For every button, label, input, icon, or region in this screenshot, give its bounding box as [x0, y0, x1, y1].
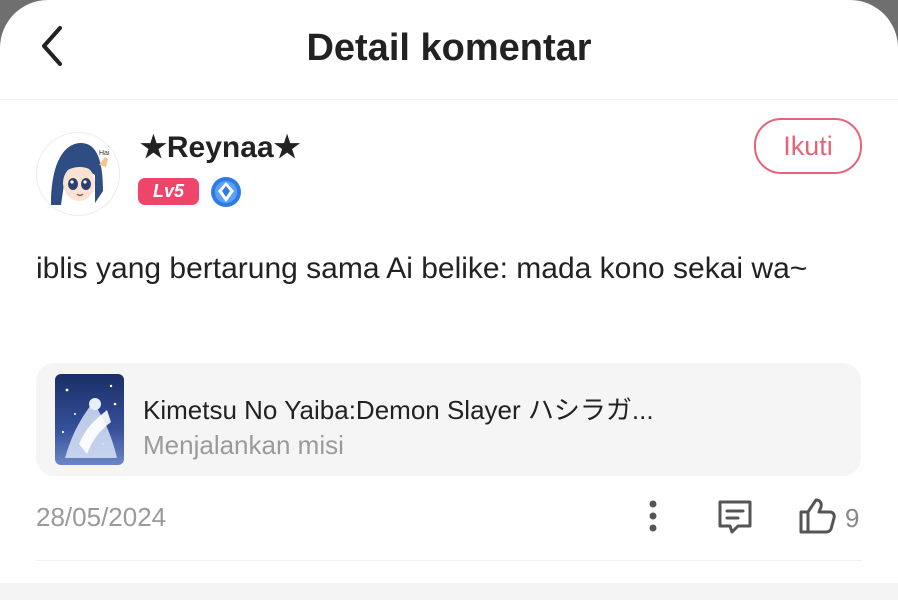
comment-icon — [714, 500, 756, 542]
verified-badge-icon — [210, 176, 242, 208]
header: Detail komentar — [0, 0, 898, 100]
avatar-caption: Hai — [99, 150, 110, 157]
divider — [36, 560, 862, 561]
thumbs-up-icon — [796, 498, 838, 540]
game-title: Kimetsu No Yaiba:Demon Slayer ハシラガ... — [143, 395, 654, 425]
like-button[interactable] — [796, 494, 838, 536]
avatar[interactable]: Hai — [36, 132, 120, 216]
follow-button[interactable]: Ikuti — [754, 118, 862, 174]
level-badge: Lv5 — [138, 178, 199, 205]
section-separator — [0, 583, 898, 600]
reply-button[interactable] — [714, 496, 756, 538]
more-button[interactable] — [640, 496, 666, 536]
game-card[interactable]: Kimetsu No Yaiba:Demon Slayer ハシラガ... Me… — [36, 363, 861, 476]
more-vertical-icon — [640, 500, 666, 540]
page-title: Detail komentar — [306, 27, 592, 69]
game-status: Menjalankan misi — [143, 430, 344, 460]
comment-text: iblis yang bertarung sama Ai belike: mad… — [36, 252, 808, 285]
comment-date: 28/05/2024 — [36, 502, 167, 532]
like-count: 9 — [845, 503, 860, 533]
username[interactable]: ★Reynaa★ — [140, 130, 301, 165]
game-thumbnail — [55, 374, 124, 465]
comment-detail-screen: Detail komentar Hai ★Reynaa★ Lv5 Ikuti i… — [0, 0, 898, 600]
